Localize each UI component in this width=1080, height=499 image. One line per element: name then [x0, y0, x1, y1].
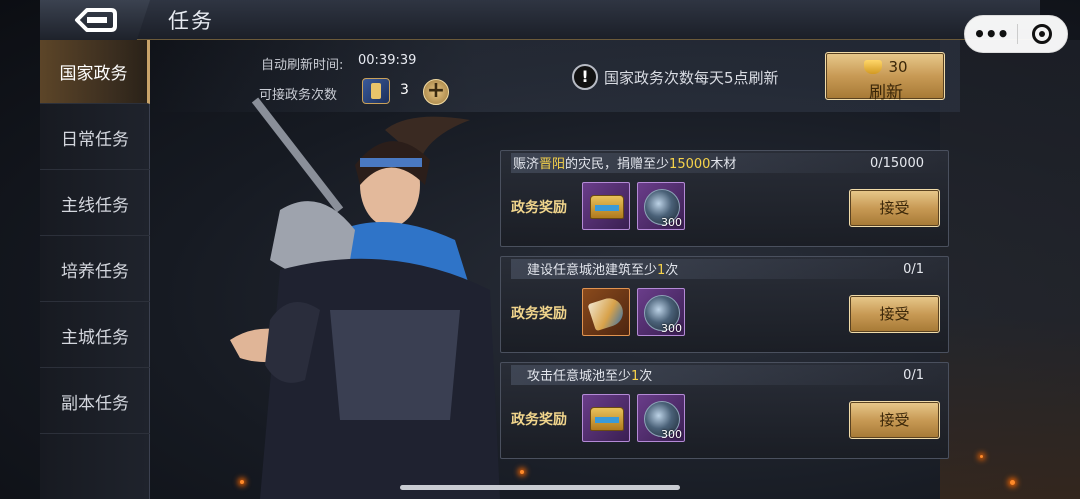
sidebar-item-national-affairs[interactable]: 国家政务 — [40, 40, 150, 104]
sidebar-item-dungeon-tasks[interactable]: 副本任务 — [40, 370, 150, 434]
reward-label: 政务奖励 — [511, 200, 567, 216]
treasure-chest-icon — [590, 407, 624, 431]
ember-particle — [1010, 480, 1015, 485]
reward-item[interactable] — [582, 182, 630, 230]
task-description: 攻击任意城池至少1次 — [527, 369, 653, 384]
task-progress: 0/15000 — [869, 156, 924, 171]
page-title: 任务 — [168, 9, 214, 33]
sidebar: 国家政务 日常任务 主线任务 培养任务 主城任务 副本任务 — [40, 40, 150, 499]
war-horn-icon — [587, 294, 627, 332]
reward-label: 政务奖励 — [511, 306, 567, 322]
sidebar-item-label: 国家政务 — [59, 64, 128, 84]
sidebar-item-training-tasks[interactable]: 培养任务 — [40, 238, 150, 302]
reward-item[interactable] — [582, 288, 630, 336]
gold-ingot-icon — [864, 60, 883, 74]
reward-item[interactable]: 300 — [637, 394, 685, 442]
accept-button[interactable]: 接受 — [849, 189, 940, 227]
task-card: 攻击任意城池至少1次 0/1 政务奖励 300 接受 — [500, 362, 949, 459]
auto-refresh-label: 自动刷新时间: — [261, 58, 344, 73]
target-icon — [1032, 24, 1053, 44]
task-description: 赈济晋阳的灾民，捐赠至少15000木材 — [513, 157, 737, 172]
sidebar-item-city-tasks[interactable]: 主城任务 — [40, 304, 150, 368]
more-menu-icon[interactable]: ••• — [965, 22, 1017, 46]
refresh-button[interactable]: 30 刷新 — [825, 52, 946, 103]
reward-quantity: 300 — [661, 216, 682, 229]
auto-refresh-timer: 00:39:39 — [358, 53, 417, 68]
reward-item[interactable] — [582, 394, 630, 442]
reward-item[interactable]: 300 — [637, 288, 685, 336]
back-button[interactable] — [40, 0, 150, 40]
treasure-chest-icon — [590, 195, 624, 219]
sidebar-item-label: 主城任务 — [61, 328, 129, 348]
close-mini-program-button[interactable] — [1017, 24, 1067, 44]
refresh-notice: 国家政务次数每天5点刷新 — [604, 69, 779, 87]
sidebar-item-daily-tasks[interactable]: 日常任务 — [40, 106, 150, 170]
reward-item[interactable]: 300 — [637, 182, 685, 230]
reward-quantity: 300 — [661, 428, 682, 441]
sidebar-item-label: 副本任务 — [61, 394, 129, 414]
sidebar-item-label: 主线任务 — [61, 196, 129, 216]
reward-label: 政务奖励 — [511, 412, 567, 428]
task-progress: 0/1 — [903, 368, 924, 383]
refresh-cost-value: 30 — [888, 58, 908, 76]
sidebar-item-label: 日常任务 — [61, 130, 129, 150]
task-description: 建设任意城池建筑至少1次 — [527, 263, 679, 278]
mini-program-capsule: ••• — [964, 15, 1068, 53]
accept-button[interactable]: 接受 — [849, 295, 940, 333]
sidebar-item-main-tasks[interactable]: 主线任务 — [40, 172, 150, 236]
task-card: 建设任意城池建筑至少1次 0/1 政务奖励 300 接受 — [500, 256, 949, 353]
home-indicator[interactable] — [400, 485, 680, 490]
accept-button[interactable]: 接受 — [849, 401, 940, 439]
back-arrow-icon — [75, 8, 117, 32]
exclamation-icon: ! — [572, 64, 598, 90]
hero-character-illustration — [230, 97, 500, 499]
ember-particle — [980, 455, 983, 458]
task-card: 赈济晋阳的灾民，捐赠至少15000木材 0/15000 政务奖励 300 接受 — [500, 150, 949, 247]
reward-quantity: 300 — [661, 322, 682, 335]
sidebar-item-label: 培养任务 — [61, 262, 129, 282]
background-scenery — [940, 40, 1080, 499]
refresh-cost: 30 — [826, 56, 946, 78]
task-progress: 0/1 — [903, 262, 924, 277]
refresh-label: 刷新 — [869, 83, 903, 103]
